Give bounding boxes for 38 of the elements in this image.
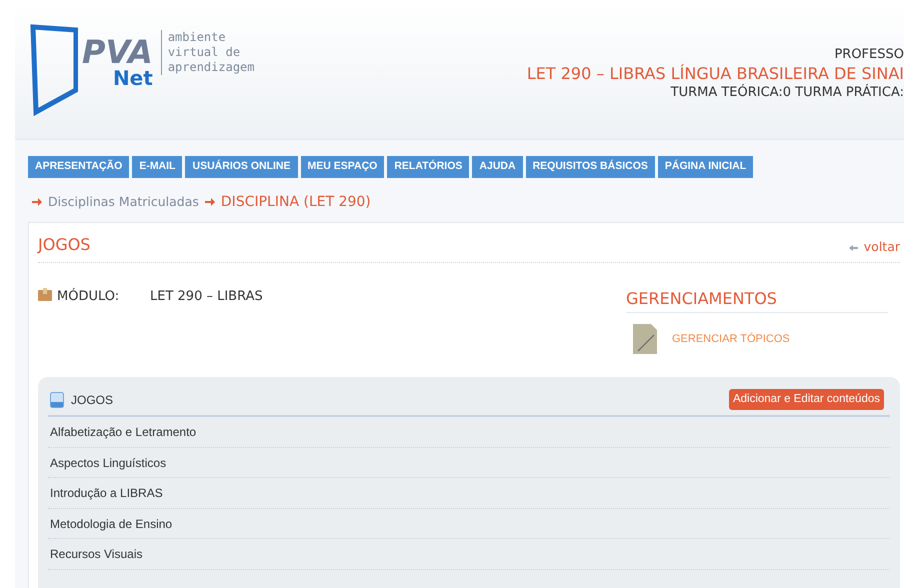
course-title: LET 290 – LIBRAS LÍNGUA BRASILEIRA DE SINAI: [526, 64, 904, 84]
arrow-icon: [32, 198, 42, 206]
nav-tab[interactable]: REQUISITOS BÁSICOS: [526, 156, 655, 178]
module-value: LET 290 – LIBRAS: [150, 288, 263, 306]
logo-mark: PVA: [82, 36, 153, 68]
module-label: MÓDULO:: [57, 287, 120, 306]
nav-tab[interactable]: USUÁRIOS ONLINE: [185, 156, 298, 178]
back-arrow-icon: [848, 244, 858, 251]
topic-link[interactable]: Introdução a LIBRAS: [48, 478, 890, 508]
logo-sub: Net: [112, 68, 153, 88]
box-icon: [38, 288, 52, 301]
topic-link[interactable]: Alfabetização e Letramento: [48, 417, 890, 448]
section-title: GERENCIAMENTOS: [626, 287, 888, 313]
class-info: TURMA TEÓRICA:0 TURMA PRÁTICA:: [670, 84, 904, 102]
user-role: PROFESSO: [834, 46, 904, 64]
nav-tab[interactable]: AJUDA: [472, 156, 523, 178]
topic-link[interactable]: Recursos Visuais: [48, 539, 890, 570]
topic-link[interactable]: Metodologia de Ensino: [48, 508, 890, 539]
logo-tagline: aprendizagem: [168, 60, 255, 75]
nav-tab[interactable]: PÁGINA INICIAL: [658, 156, 754, 178]
topic-link[interactable]: Aspectos Linguísticos: [48, 448, 890, 478]
topics-title: JOGOS: [71, 392, 114, 408]
breadcrumb-link[interactable]: DISCIPLINA (LET 290): [220, 192, 371, 212]
nav-tab[interactable]: APRESENTAÇÃO: [28, 156, 130, 178]
back-link[interactable]: voltar: [848, 238, 900, 257]
breadcrumb-link[interactable]: Disciplinas Matriculadas: [48, 192, 199, 212]
document-edit-icon: [632, 323, 658, 355]
logo-frame-icon: [30, 24, 78, 116]
nav-tab[interactable]: RELATÓRIOS: [387, 156, 470, 178]
arrow-icon: [204, 198, 215, 206]
logo-tagline: virtual de: [168, 45, 242, 60]
document-icon: [50, 392, 64, 408]
add-edit-button[interactable]: Adicionar e Editar conteúdos: [728, 389, 884, 410]
manage-topics-link[interactable]: GERENCIAR TÓPICOS: [672, 330, 790, 348]
page-title: JOGOS: [38, 234, 90, 256]
logo-tagline: ambiente: [168, 30, 227, 45]
nav-tab[interactable]: E-MAIL: [132, 156, 182, 178]
nav-tab[interactable]: MEU ESPAÇO: [300, 156, 384, 178]
